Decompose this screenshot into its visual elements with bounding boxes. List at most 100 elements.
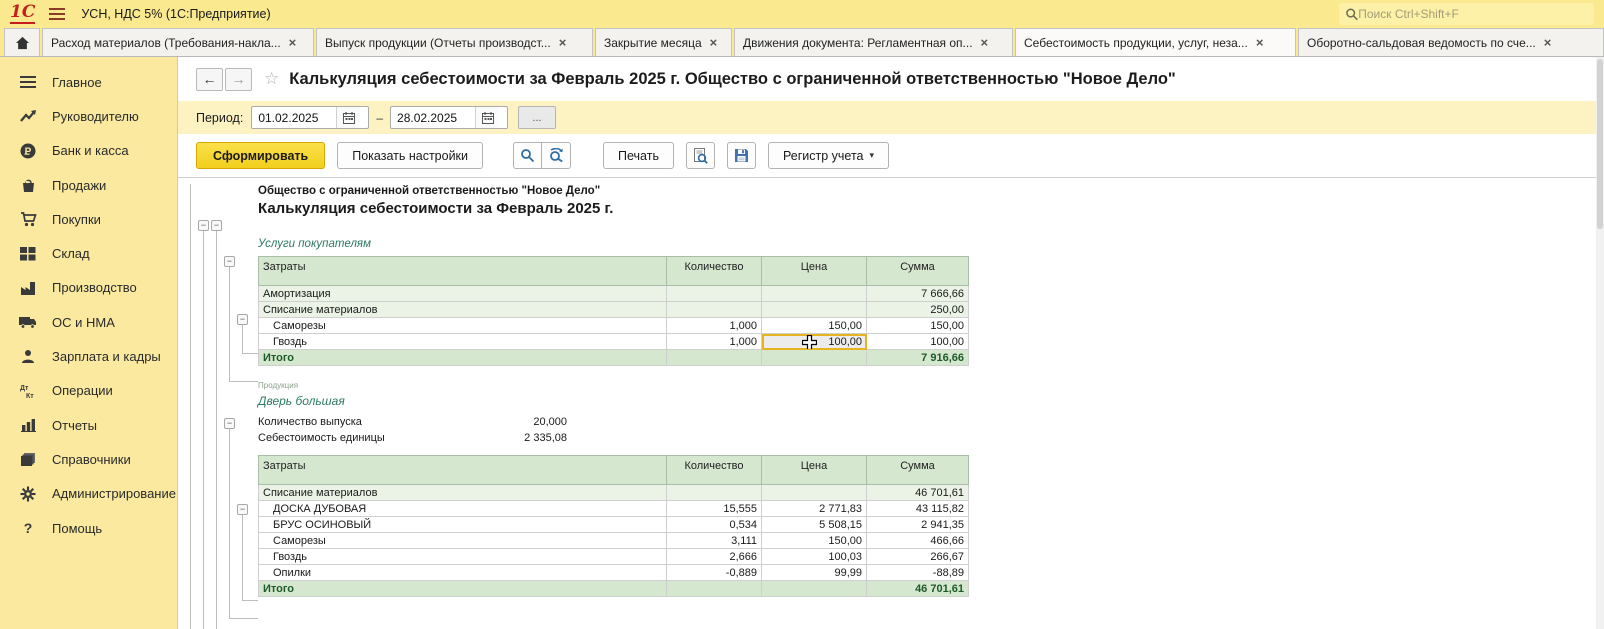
save-button[interactable]	[727, 142, 756, 169]
organization-name: Общество с ограниченной ответственностью…	[258, 185, 978, 197]
sidebar-item-fixed-assets[interactable]: ОС и НМА	[0, 305, 177, 339]
show-settings-button[interactable]: Показать настройки	[337, 142, 483, 169]
sidebar-item-sales[interactable]: Продажи	[0, 168, 177, 202]
collapse-group-button[interactable]: −	[224, 418, 235, 429]
period-more-button[interactable]: ...	[518, 106, 556, 129]
sidebar-item-manager[interactable]: Руководителю	[0, 99, 177, 133]
tab-document-movements[interactable]: Движения документа: Регламентная оп... ×	[734, 28, 1013, 56]
generate-button[interactable]: Сформировать	[196, 142, 325, 169]
ruble-circle-icon: Р	[18, 142, 38, 160]
tab-material-expense[interactable]: Расход материалов (Требования-накла... ×	[42, 28, 314, 56]
1c-logo-icon: 1С	[10, 4, 35, 24]
mouse-cursor-icon	[802, 335, 817, 350]
period-from-field	[251, 106, 369, 129]
period-to-input[interactable]	[391, 111, 475, 125]
table-header-row: Затраты Количество Цена Сумма	[259, 257, 969, 286]
sidebar-item-main[interactable]: Главное	[0, 65, 177, 99]
back-button[interactable]: ←	[196, 68, 223, 91]
selected-cell[interactable]: 100,00	[762, 334, 867, 350]
group-line	[229, 429, 230, 618]
table-row[interactable]: Саморезы 1,000 150,00 150,00	[259, 318, 969, 334]
sidebar-item-label: Справочники	[52, 452, 131, 467]
search-icon	[1345, 7, 1358, 21]
sidebar-item-purchases[interactable]: Покупки	[0, 202, 177, 236]
collapse-group-button[interactable]: −	[237, 504, 248, 515]
total-row[interactable]: Итого 7 916,66	[259, 350, 969, 366]
table-row[interactable]: Гвоздь 1,000 100,00 100,00	[259, 334, 969, 350]
sidebar-item-payroll-hr[interactable]: Зарплата и кадры	[0, 339, 177, 373]
tab-month-closing[interactable]: Закрытие месяца ×	[595, 28, 732, 56]
search-input[interactable]	[1358, 7, 1588, 21]
close-icon[interactable]: ×	[981, 35, 989, 50]
table-row[interactable]: Опилки -0,889 99,99 -88,89	[259, 565, 969, 581]
sidebar-item-label: Администрирование	[52, 486, 176, 501]
stat-value: 20,000	[503, 416, 567, 428]
global-search[interactable]	[1339, 3, 1594, 25]
sidebar-item-label: Помощь	[52, 521, 102, 536]
print-preview-icon	[693, 148, 708, 164]
print-preview-button[interactable]	[686, 142, 715, 169]
sidebar-item-directories[interactable]: Справочники	[0, 442, 177, 476]
close-icon[interactable]: ×	[1544, 35, 1552, 50]
sections-panel: Главное Руководителю Р Банк и касса Прод…	[0, 57, 178, 629]
group-line	[242, 600, 258, 601]
close-icon[interactable]: ×	[289, 35, 297, 50]
tab-cost-of-production[interactable]: Себестоимость продукции, услуг, неза... …	[1015, 28, 1296, 56]
sidebar-item-label: Производство	[52, 280, 137, 295]
services-cost-table: Затраты Количество Цена Сумма Амортизаци…	[258, 256, 969, 366]
table-header-row: Затраты Количество Цена Сумма	[259, 456, 969, 485]
report-toolbar: Сформировать Показать настройки Печать Р…	[178, 134, 1604, 177]
scrollbar-thumb[interactable]	[1597, 59, 1603, 229]
tab-product-output[interactable]: Выпуск продукции (Отчеты производст... ×	[316, 28, 593, 56]
table-row[interactable]: Амортизация 7 666,66	[259, 286, 969, 302]
column-header-qty: Количество	[667, 257, 762, 286]
stat-row: Количество выпуска 20,000	[258, 414, 978, 430]
factory-icon	[18, 279, 38, 297]
table-row[interactable]: БРУС ОСИНОВЫЙ 0,534 5 508,15 2 941,35	[259, 517, 969, 533]
main-menu-icon[interactable]	[49, 8, 65, 20]
sidebar-item-production[interactable]: Производство	[0, 271, 177, 305]
table-row[interactable]: ДОСКА ДУБОВАЯ 15,555 2 771,83 43 115,82	[259, 501, 969, 517]
period-panel: Период: – ...	[178, 101, 1604, 134]
close-icon[interactable]: ×	[1256, 35, 1264, 50]
close-icon[interactable]: ×	[710, 35, 718, 50]
find-next-button[interactable]	[542, 142, 571, 169]
collapse-group-button[interactable]: −	[198, 220, 209, 231]
collapse-group-button[interactable]: −	[237, 314, 248, 325]
sidebar-item-warehouse[interactable]: Склад	[0, 236, 177, 270]
table-row[interactable]: Списание материалов 46 701,61	[259, 485, 969, 501]
period-from-input[interactable]	[252, 111, 336, 125]
home-icon	[15, 36, 30, 50]
sidebar-item-label: ОС и НМА	[52, 315, 115, 330]
table-row[interactable]: Гвоздь 2,666 100,03 266,67	[259, 549, 969, 565]
tab-bar: Расход материалов (Требования-накла... ×…	[0, 28, 1604, 57]
calendar-button[interactable]	[336, 107, 360, 128]
tab-label: Себестоимость продукции, услуг, неза...	[1024, 36, 1248, 50]
collapse-group-button[interactable]: −	[224, 256, 235, 267]
period-label: Период:	[196, 111, 243, 125]
table-row[interactable]: Списание материалов 250,00	[259, 302, 969, 318]
sidebar-item-reports[interactable]: Отчеты	[0, 408, 177, 442]
tab-trial-balance[interactable]: Оборотно-сальдовая ведомость по сче... ×	[1298, 28, 1604, 56]
vertical-scrollbar[interactable]	[1596, 57, 1604, 629]
home-tab[interactable]	[4, 28, 40, 56]
accounting-register-button[interactable]: Регистр учета▾	[768, 142, 889, 169]
sidebar-item-administration[interactable]: Администрирование	[0, 477, 177, 511]
group-line	[229, 267, 230, 381]
sidebar-item-bank-cash[interactable]: Р Банк и касса	[0, 134, 177, 168]
print-button[interactable]: Печать	[603, 142, 674, 169]
page-title: Калькуляция себестоимости за Февраль 202…	[289, 70, 1176, 89]
close-icon[interactable]: ×	[559, 35, 567, 50]
calendar-button[interactable]	[475, 107, 499, 128]
collapse-group-button[interactable]: −	[211, 220, 222, 231]
column-header-sum: Сумма	[867, 257, 969, 286]
sidebar-item-help[interactable]: ? Помощь	[0, 511, 177, 545]
find-button[interactable]	[513, 142, 542, 169]
favorite-star-icon[interactable]: ☆	[264, 69, 279, 89]
tab-label: Закрытие месяца	[604, 36, 702, 50]
forward-button[interactable]: →	[225, 68, 252, 91]
sidebar-item-operations[interactable]: ДтКт Операции	[0, 374, 177, 408]
total-row[interactable]: Итого 46 701,61	[259, 581, 969, 597]
bar-chart-icon	[18, 416, 38, 434]
table-row[interactable]: Саморезы 3,111 150,00 466,66	[259, 533, 969, 549]
